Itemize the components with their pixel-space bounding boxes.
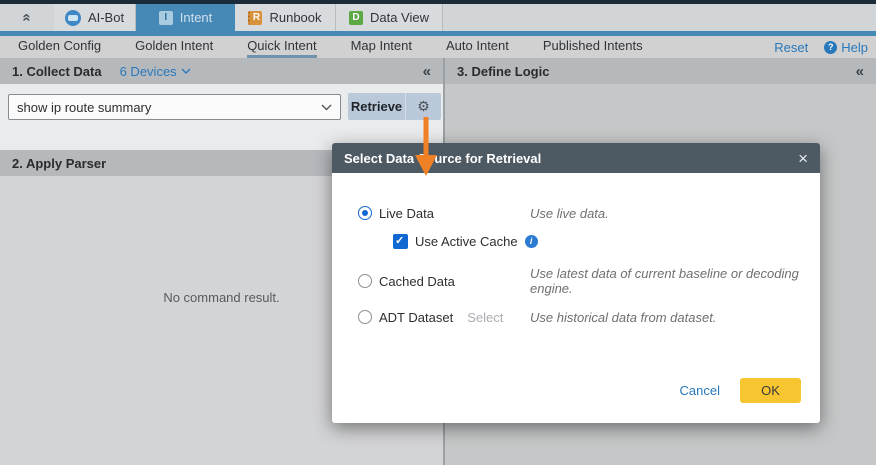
tab-data-view[interactable]: D Data View (336, 4, 443, 31)
robot-icon (65, 10, 81, 26)
reset-link[interactable]: Reset (774, 40, 808, 55)
retrieve-button-group: Retrieve ⚙ (348, 93, 441, 120)
radio-adt-dataset[interactable] (358, 310, 372, 324)
option-description: Use latest data of current baseline or d… (530, 266, 808, 296)
intent-subnav: Golden Config Golden Intent Quick Intent… (0, 36, 876, 58)
subnav-item-quick-intent[interactable]: Quick Intent (247, 36, 316, 58)
select-data-source-dialog: Select Data Source for Retrieval × Live … (332, 143, 820, 423)
main-tab-bar: « AI-Bot I Intent R Runbook D Data View (0, 4, 876, 31)
collect-data-title: 1. Collect Data (12, 64, 102, 79)
option-live-data[interactable]: Live Data Use live data. (358, 205, 808, 221)
subnav-item-map-intent[interactable]: Map Intent (351, 36, 412, 58)
collect-data-panel-header: 1. Collect Data 6 Devices « (0, 58, 443, 84)
option-description: Use historical data from dataset. (530, 310, 716, 325)
define-logic-title: 3. Define Logic (457, 64, 549, 79)
ok-button[interactable]: OK (740, 378, 801, 403)
chevron-down-icon (181, 68, 191, 74)
cancel-button[interactable]: Cancel (680, 383, 720, 398)
chevron-down-icon (321, 104, 332, 111)
intent-badge-icon: I (159, 11, 173, 25)
subnav-item-published-intents[interactable]: Published Intents (543, 36, 643, 58)
dialog-footer: Cancel OK (680, 378, 801, 403)
dialog-title: Select Data Source for Retrieval (344, 151, 541, 166)
command-select[interactable]: show ip route summary (8, 94, 341, 120)
runbook-badge-icon: R (248, 11, 262, 25)
collect-data-panel-body: show ip route summary Retrieve ⚙ (0, 84, 443, 150)
option-adt-dataset[interactable]: ADT Dataset Select Use historical data f… (358, 309, 808, 325)
collapse-collect-panel-icon[interactable]: « (423, 63, 431, 80)
tab-label: Runbook (269, 10, 321, 25)
option-label: Cached Data (379, 274, 455, 289)
tab-runbook[interactable]: R Runbook (235, 4, 336, 31)
help-label: Help (841, 40, 868, 55)
tab-label: Intent (180, 10, 213, 25)
devices-dropdown[interactable]: 6 Devices (120, 64, 191, 79)
adt-select-link[interactable]: Select (467, 310, 503, 325)
active-cache-checkbox[interactable] (393, 234, 408, 249)
active-cache-label: Use Active Cache (415, 234, 518, 249)
devices-count-label: 6 Devices (120, 64, 177, 79)
radio-cached-data[interactable] (358, 274, 372, 288)
subnav-item-golden-intent[interactable]: Golden Intent (135, 36, 213, 58)
tab-intent[interactable]: I Intent (136, 4, 235, 31)
dataview-badge-icon: D (349, 11, 363, 25)
subnav-item-auto-intent[interactable]: Auto Intent (446, 36, 509, 58)
collapse-logic-panel-icon[interactable]: « (856, 63, 864, 80)
double-chevron-up-icon: « (19, 13, 36, 21)
tab-label: Data View (370, 10, 429, 25)
option-label: Live Data (379, 206, 434, 221)
dialog-header: Select Data Source for Retrieval × (332, 143, 820, 173)
option-description: Use live data. (530, 206, 609, 221)
option-label: ADT Dataset (379, 310, 453, 325)
close-icon[interactable]: × (798, 150, 808, 167)
tab-label: AI-Bot (88, 10, 124, 25)
retrieve-settings-button[interactable]: ⚙ (405, 93, 441, 120)
gear-icon: ⚙ (417, 98, 430, 115)
subnav-item-golden-config[interactable]: Golden Config (18, 36, 101, 58)
help-question-icon: ? (824, 41, 837, 54)
define-logic-panel-header: 3. Define Logic « (445, 58, 876, 84)
command-value: show ip route summary (17, 100, 151, 115)
collapse-header-button[interactable]: « (0, 4, 54, 31)
radio-live-data[interactable] (358, 206, 372, 220)
help-link[interactable]: ? Help (824, 40, 868, 55)
tab-ai-bot[interactable]: AI-Bot (54, 4, 136, 31)
retrieve-button[interactable]: Retrieve (348, 93, 405, 120)
option-cached-data[interactable]: Cached Data Use latest data of current b… (358, 273, 808, 289)
info-icon[interactable]: i (525, 235, 538, 248)
use-active-cache-row[interactable]: Use Active Cache i (393, 233, 808, 249)
apply-parser-title: 2. Apply Parser (12, 156, 106, 171)
